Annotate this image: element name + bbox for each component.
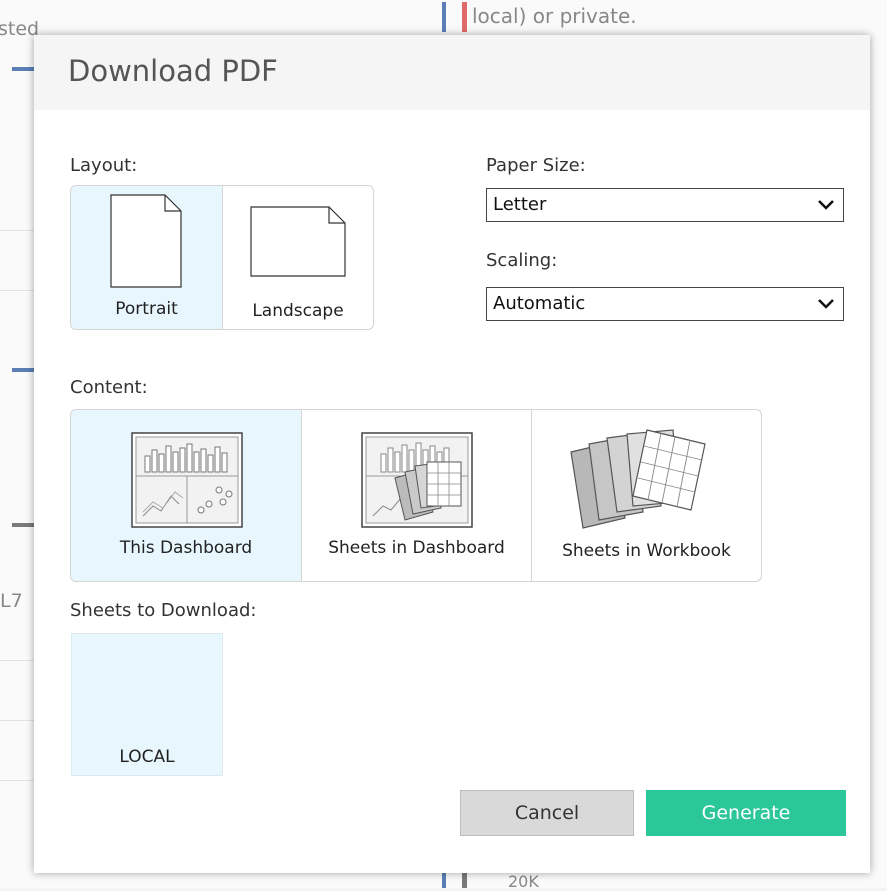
content-option-label: This Dashboard xyxy=(119,538,253,558)
chevron-down-icon xyxy=(818,299,834,309)
content-option-sheets-in-dashboard[interactable]: Sheets in Dashboard xyxy=(302,410,532,581)
bg-gridline xyxy=(0,660,34,661)
sheet-item-label: LOCAL xyxy=(119,747,175,767)
dialog-header: Download PDF xyxy=(34,35,870,110)
bg-bar xyxy=(12,368,34,372)
paper-size-value: Letter xyxy=(493,194,547,215)
layout-option-label: Portrait xyxy=(115,299,178,319)
sheets-in-dashboard-icon xyxy=(361,432,473,528)
dialog-title: Download PDF xyxy=(68,54,278,88)
content-label: Content: xyxy=(70,377,148,398)
cancel-button[interactable]: Cancel xyxy=(460,790,634,836)
paper-size-label: Paper Size: xyxy=(486,155,586,176)
bg-bar xyxy=(12,67,34,71)
portrait-page-icon xyxy=(110,194,182,288)
sheet-item-local[interactable]: LOCAL xyxy=(71,633,223,776)
bg-gridline xyxy=(0,780,34,781)
bg-gridline xyxy=(0,720,34,721)
content-option-label: Sheets in Workbook xyxy=(562,541,731,561)
layout-option-portrait[interactable]: Portrait xyxy=(71,186,223,329)
generate-button[interactable]: Generate xyxy=(646,790,846,836)
bg-text-fragment: L7 xyxy=(0,590,23,612)
bg-bar xyxy=(442,2,446,32)
layout-options: Portrait Landscape xyxy=(70,185,374,330)
sheets-in-workbook-icon xyxy=(570,429,706,529)
content-option-label: Sheets in Dashboard xyxy=(328,538,505,558)
download-pdf-dialog: Download PDF Layout: Portrait Landscape … xyxy=(34,35,870,873)
dashboard-icon xyxy=(131,432,243,528)
bg-bar xyxy=(462,2,467,32)
sheets-to-download-label: Sheets to Download: xyxy=(70,600,257,621)
chevron-down-icon xyxy=(818,200,834,210)
layout-option-label: Landscape xyxy=(252,301,344,321)
bg-gridline xyxy=(0,230,34,231)
layout-option-landscape[interactable]: Landscape xyxy=(223,186,373,329)
bg-bar xyxy=(12,523,34,527)
scaling-select[interactable]: Automatic xyxy=(486,287,844,321)
bg-gridline xyxy=(0,290,34,291)
content-options: This Dashboard Sheets in Dashboard Sheet… xyxy=(70,409,762,582)
paper-size-select[interactable]: Letter xyxy=(486,188,844,222)
landscape-page-icon xyxy=(250,206,346,277)
bg-text-fragment: 20K xyxy=(508,872,539,891)
scaling-label: Scaling: xyxy=(486,250,558,271)
content-option-this-dashboard[interactable]: This Dashboard xyxy=(71,410,302,581)
content-option-sheets-in-workbook[interactable]: Sheets in Workbook xyxy=(532,410,761,581)
bg-bar xyxy=(462,873,467,888)
layout-label: Layout: xyxy=(70,155,138,176)
bg-text-fragment: local) or private. xyxy=(472,4,637,28)
scaling-value: Automatic xyxy=(493,293,586,314)
bg-bar xyxy=(442,873,446,888)
